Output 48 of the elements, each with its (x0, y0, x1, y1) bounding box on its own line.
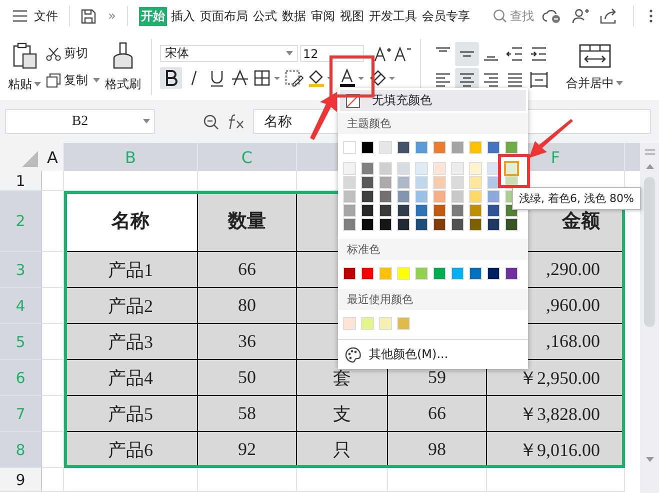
ribbon-tab[interactable]: 审阅 (310, 6, 336, 26)
table-cell: 名称 (64, 191, 198, 252)
no-fill-item[interactable]: 无填充颜色 (340, 90, 526, 111)
section-label: 主题颜色 (338, 113, 528, 134)
ribbon-tab[interactable]: 插入 (170, 6, 196, 26)
table-cell: 98 (388, 432, 487, 468)
table-cell: ￥2,950.00 (487, 360, 625, 396)
row-header[interactable]: 9 (0, 468, 42, 492)
font-size-dropdown[interactable]: 12 (300, 45, 364, 62)
table-cell: 产品5 (64, 396, 198, 432)
copy-button[interactable]: 复制 (64, 72, 88, 89)
table-cell: 66 (388, 396, 487, 432)
table-cell: 只 (297, 432, 388, 468)
ribbon-tab[interactable]: 页面布局 (198, 6, 249, 26)
table-cell: 92 (198, 432, 297, 468)
table-cell: 支 (297, 396, 388, 432)
file-menu[interactable]: 文件 (34, 8, 58, 24)
tooltip: 浅绿, 着色6, 浅色 80% (512, 187, 641, 210)
table-cell: 数量 (198, 191, 297, 252)
table-cell: 50 (198, 360, 297, 396)
table-cell: 产品3 (64, 324, 198, 360)
font-name-dropdown[interactable]: 宋体 (160, 45, 298, 62)
section-label: 标准色 (338, 239, 528, 260)
search-button[interactable]: 查找 (492, 8, 534, 24)
ribbon-tab[interactable]: 会员专享 (420, 6, 471, 26)
ribbon-tab[interactable]: 开发工具 (368, 6, 418, 26)
table-cell: 66 (198, 252, 297, 288)
cut-button[interactable]: 剪切 (46, 45, 100, 62)
table-cell: 58 (198, 396, 297, 432)
table-cell: 产品6 (64, 432, 198, 468)
ribbon-tab[interactable]: 数据 (280, 6, 307, 26)
table-cell: ￥9,016.00 (487, 432, 625, 468)
row-header[interactable]: 1 (0, 171, 42, 191)
name-box[interactable]: B2 (5, 109, 155, 134)
paste-label[interactable]: 粘贴 (8, 76, 32, 92)
column-header[interactable]: A (42, 143, 64, 171)
table-cell: 36 (198, 324, 297, 360)
ribbon-tab[interactable]: 公式 (252, 6, 278, 26)
table-cell: 80 (198, 288, 297, 324)
format-painter-button[interactable]: 格式刷 (103, 40, 143, 94)
more-tabs-button[interactable]: » (108, 8, 116, 24)
table-cell: 产品4 (64, 360, 198, 396)
section-label: 最近使用颜色 (338, 289, 528, 310)
table-cell: 产品2 (64, 288, 198, 324)
table-cell: 产品1 (64, 252, 198, 288)
table-cell: ￥3,828.00 (487, 396, 625, 432)
merge-label[interactable]: 合并居中 (566, 74, 614, 92)
ribbon-tab[interactable]: 视图 (338, 6, 365, 26)
